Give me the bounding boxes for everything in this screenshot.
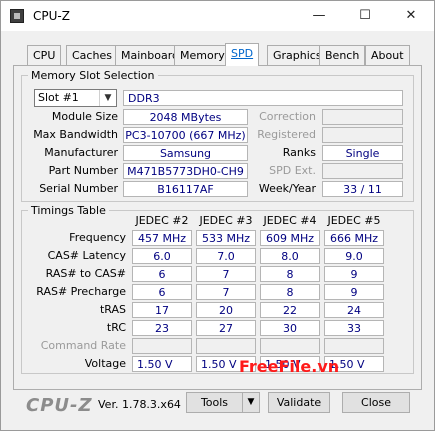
timings-cell: 6.0: [132, 248, 192, 264]
memory-slot-group: Memory Slot Selection Slot #1 ▼ DDR3 Mod…: [21, 69, 414, 202]
tab-cpu[interactable]: CPU: [27, 45, 62, 65]
part-number-value: M471B5773DH0-CH9: [123, 163, 248, 179]
maximize-button[interactable]: ☐: [342, 1, 388, 31]
timings-cell: 27: [196, 320, 256, 336]
minimize-button[interactable]: —: [296, 1, 342, 31]
slot-select[interactable]: Slot #1 ▼: [34, 89, 117, 107]
timings-group: Timings Table JEDEC #2 JEDEC #3 JEDEC #4…: [21, 204, 414, 374]
timings-cell: 9.0: [324, 248, 384, 264]
timings-cell: [324, 338, 384, 354]
timings-cell: 7: [196, 266, 256, 282]
tools-button[interactable]: Tools: [186, 392, 243, 413]
max-bandwidth-label: Max Bandwidth: [33, 128, 118, 141]
cpuz-window: CPU-Z — ☐ ✕ CPU Caches Mainboard Memory …: [0, 0, 435, 431]
timings-row-label: CAS# Latency: [47, 249, 126, 262]
timings-cell: 30: [260, 320, 320, 336]
memory-slot-title: Memory Slot Selection: [28, 69, 158, 82]
tools-button-label: Tools: [200, 396, 229, 409]
timings-column-header: JEDEC #4: [263, 214, 317, 227]
spd-panel: Memory Slot Selection Slot #1 ▼ DDR3 Mod…: [13, 65, 422, 390]
window-title: CPU-Z: [33, 9, 70, 23]
close-button-label: Close: [361, 396, 391, 409]
manufacturer-label: Manufacturer: [44, 146, 118, 159]
tools-dropdown-button[interactable]: ▼: [242, 392, 260, 413]
chevron-down-icon: ▼: [247, 397, 255, 407]
correction-label: Correction: [259, 110, 316, 123]
timings-title: Timings Table: [28, 204, 109, 217]
timings-column-header: JEDEC #5: [327, 214, 381, 227]
tab-bench[interactable]: Bench: [319, 45, 366, 65]
week-year-value: 33 / 11: [322, 181, 403, 197]
spd-ext-label: SPD Ext.: [269, 164, 316, 177]
timings-cell: 6: [132, 266, 192, 282]
timings-cell: [132, 338, 192, 354]
timings-cell: 7.0: [196, 248, 256, 264]
timings-row-label: tRC: [106, 321, 126, 334]
registered-value: [322, 127, 403, 143]
timings-cell: 33: [324, 320, 384, 336]
timings-cell: 9: [324, 284, 384, 300]
timings-cell: 666 MHz: [324, 230, 384, 246]
watermark: FreeFile.vn: [239, 357, 340, 376]
timings-column-header: JEDEC #3: [199, 214, 253, 227]
cpuz-logo: CPU-Z: [26, 395, 93, 416]
timings-cell: 17: [132, 302, 192, 318]
validate-button[interactable]: Validate: [268, 392, 330, 413]
chevron-down-icon: ▼: [99, 90, 116, 106]
timings-row-label: Command Rate: [40, 339, 126, 352]
tab-spd[interactable]: SPD: [225, 43, 260, 66]
timings-cell: 22: [260, 302, 320, 318]
close-button[interactable]: Close: [342, 392, 410, 413]
timings-cell: 7: [196, 284, 256, 300]
tab-about[interactable]: About: [365, 45, 410, 65]
version-text: Ver. 1.78.3.x64: [98, 398, 181, 411]
timings-cell: 457 MHz: [132, 230, 192, 246]
timings-cell: 23: [132, 320, 192, 336]
ranks-label: Ranks: [282, 146, 316, 159]
timings-cell: 609 MHz: [260, 230, 320, 246]
tab-memory[interactable]: Memory: [174, 45, 231, 65]
correction-value: [322, 109, 403, 125]
close-window-button[interactable]: ✕: [388, 1, 434, 31]
title-bar[interactable]: CPU-Z — ☐ ✕: [1, 1, 434, 31]
timings-cell: 1.50 V: [132, 356, 192, 372]
timings-cell: 533 MHz: [196, 230, 256, 246]
timings-row-label: RAS# Precharge: [36, 285, 126, 298]
timings-row-label: RAS# to CAS#: [45, 267, 126, 280]
timings-cell: [260, 338, 320, 354]
tab-caches[interactable]: Caches: [66, 45, 118, 65]
module-size-label: Module Size: [51, 110, 118, 123]
timings-cell: [196, 338, 256, 354]
slot-select-value: Slot #1: [38, 91, 79, 104]
timings-cell: 9: [324, 266, 384, 282]
timings-cell: 24: [324, 302, 384, 318]
serial-number-label: Serial Number: [39, 182, 118, 195]
spd-ext-value: [322, 163, 403, 179]
registered-label: Registered: [257, 128, 316, 141]
timings-cell: 20: [196, 302, 256, 318]
timings-cell: 8.0: [260, 248, 320, 264]
validate-button-label: Validate: [276, 396, 322, 409]
timings-row-label: Frequency: [69, 231, 126, 244]
manufacturer-value: Samsung: [123, 145, 248, 161]
cpuz-app-icon: [10, 9, 24, 23]
ranks-value: Single: [322, 145, 403, 161]
timings-column-header: JEDEC #2: [135, 214, 189, 227]
timings-cell: 8: [260, 284, 320, 300]
serial-number-value: B16117AF: [123, 181, 248, 197]
max-bandwidth-value: PC3-10700 (667 MHz): [123, 127, 248, 143]
timings-row-label: Voltage: [84, 357, 126, 370]
module-size-value: 2048 MBytes: [123, 109, 248, 125]
timings-row-label: tRAS: [99, 303, 126, 316]
part-number-label: Part Number: [48, 164, 118, 177]
timings-cell: 6: [132, 284, 192, 300]
memory-type-value: DDR3: [123, 90, 403, 106]
week-year-label: Week/Year: [258, 182, 316, 195]
timings-cell: 8: [260, 266, 320, 282]
